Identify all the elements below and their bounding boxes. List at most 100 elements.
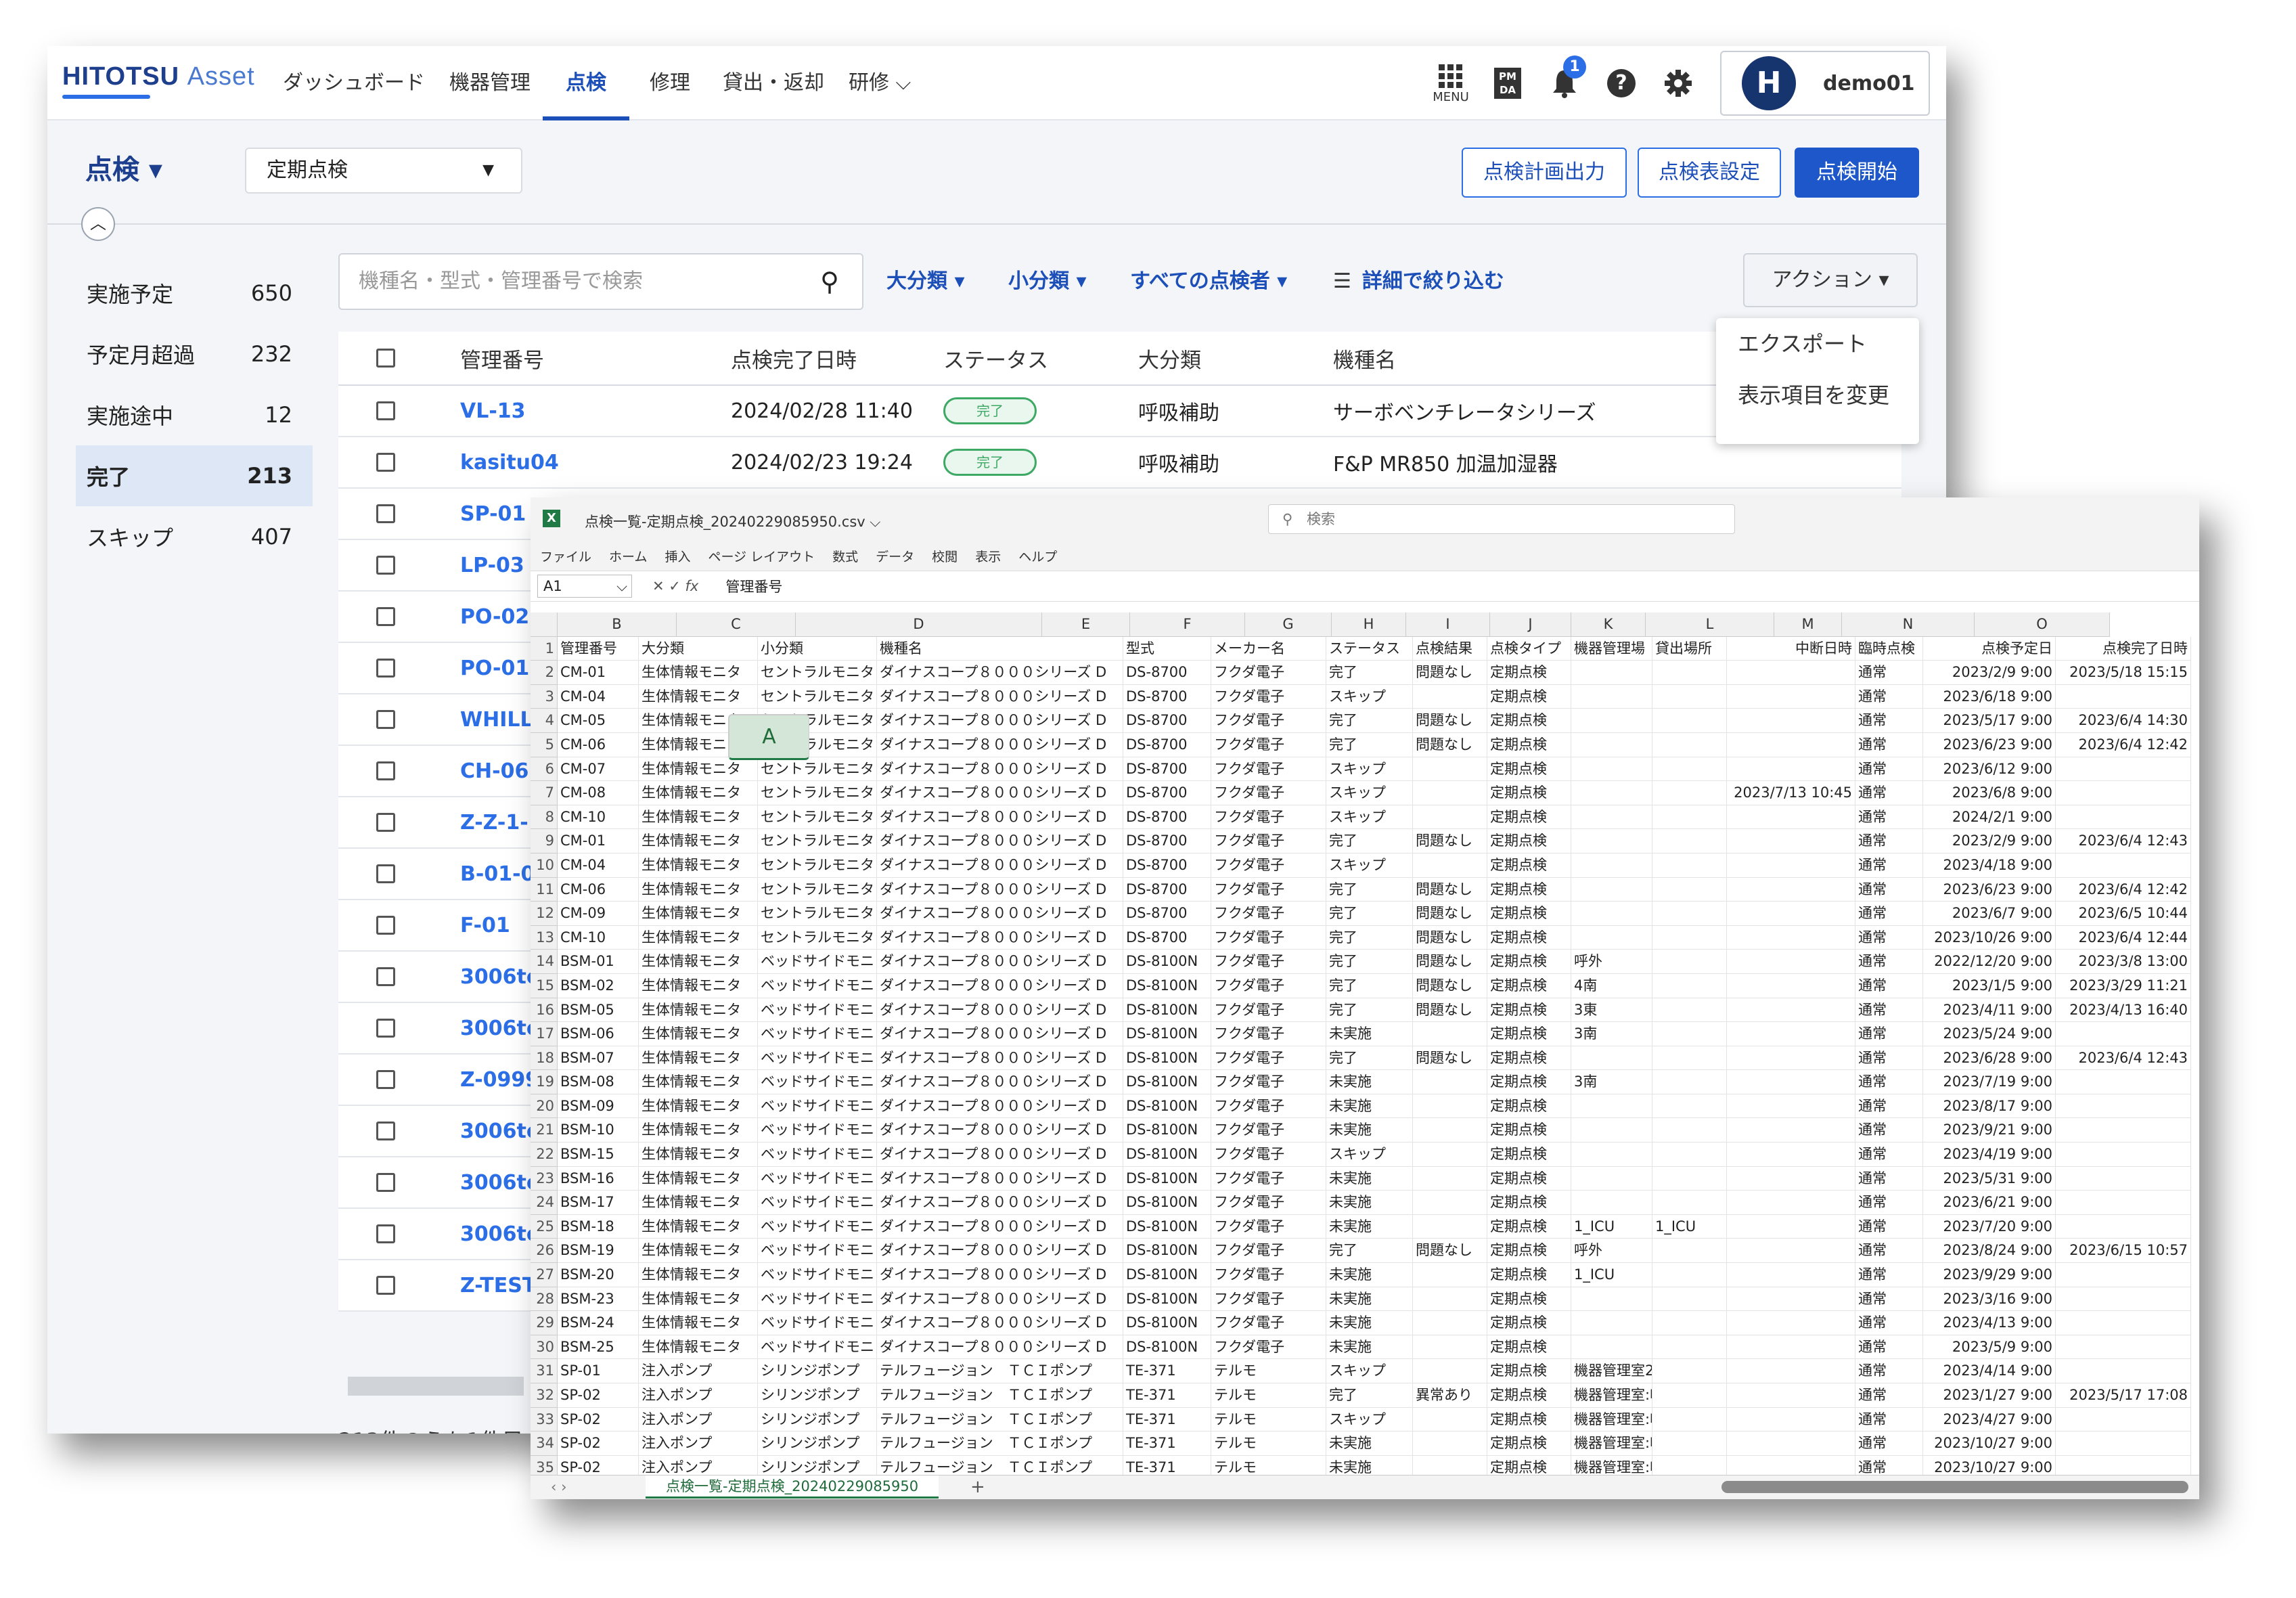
cell[interactable]: 問題なし: [1413, 877, 1487, 902]
cell[interactable]: [1652, 781, 1727, 805]
cell[interactable]: フクダ電子: [1211, 1287, 1326, 1312]
cell[interactable]: [1652, 1431, 1727, 1456]
nav-inspection[interactable]: 点検: [543, 46, 629, 120]
cell[interactable]: 定期点検: [1487, 1118, 1571, 1143]
cell[interactable]: 問題なし: [1413, 661, 1487, 685]
cell[interactable]: 注入ポンプ: [639, 1383, 758, 1408]
cell[interactable]: [1652, 757, 1727, 782]
sidebar-item-skipped[interactable]: スキップ 407: [76, 506, 313, 567]
search-input[interactable]: 機種名・型式・管理番号で検索 ⚲: [338, 253, 863, 310]
cell[interactable]: 定期点検: [1487, 1046, 1571, 1071]
cell[interactable]: TE-371: [1123, 1359, 1211, 1383]
cell[interactable]: 生体情報モニタ: [639, 1070, 758, 1094]
column-letter[interactable]: K: [1571, 613, 1646, 637]
cell[interactable]: 生体情報モニタ: [639, 757, 758, 782]
cell[interactable]: テルモ: [1211, 1383, 1326, 1408]
cell[interactable]: ベッドサイドモニ: [758, 1311, 877, 1335]
cell[interactable]: DS-8700: [1123, 709, 1211, 733]
cell[interactable]: [1652, 805, 1727, 830]
cell[interactable]: フクダ電子: [1211, 925, 1326, 950]
cell[interactable]: [1652, 661, 1727, 685]
cell[interactable]: テルフュージョン ＴＣＩポンプ: [877, 1407, 1123, 1432]
cell[interactable]: 未実施: [1326, 1070, 1413, 1094]
cell[interactable]: [1413, 757, 1487, 782]
cell[interactable]: [1413, 1359, 1487, 1383]
cell[interactable]: 点検完了日時: [2056, 636, 2191, 661]
cell[interactable]: 通常: [1855, 1311, 1923, 1335]
row-checkbox[interactable]: [376, 761, 395, 780]
col-header-date[interactable]: 点検完了日時: [731, 343, 943, 374]
cell[interactable]: BSM-17: [558, 1191, 639, 1215]
cell[interactable]: フクダ電子: [1211, 1094, 1326, 1119]
cell[interactable]: 2023/4/14 9:00: [1923, 1359, 2056, 1383]
cell[interactable]: 2023/6/4 12:43: [2056, 1046, 2191, 1071]
cell[interactable]: 通常: [1855, 998, 1923, 1023]
cell[interactable]: CM-10: [558, 805, 639, 830]
cell[interactable]: 通常: [1855, 757, 1923, 782]
cell[interactable]: DS-8700: [1123, 732, 1211, 757]
cell[interactable]: 通常: [1855, 1070, 1923, 1094]
column-letter[interactable]: B: [558, 613, 677, 637]
cell[interactable]: 通常: [1855, 1046, 1923, 1071]
cell[interactable]: [1571, 781, 1652, 805]
cell[interactable]: 未実施: [1326, 1166, 1413, 1191]
cell[interactable]: BSM-24: [558, 1311, 639, 1335]
row-number[interactable]: 15: [531, 973, 558, 998]
cell[interactable]: [2056, 1359, 2191, 1383]
cell[interactable]: セントラルモニタ: [758, 829, 877, 853]
cell[interactable]: 2023/5/17 9:00: [1923, 709, 2056, 733]
cell[interactable]: CM-06: [558, 877, 639, 902]
cell[interactable]: [1413, 1407, 1487, 1432]
cell[interactable]: [1571, 1118, 1652, 1143]
cell[interactable]: フクダ電子: [1211, 902, 1326, 926]
cell[interactable]: BSM-07: [558, 1046, 639, 1071]
cell[interactable]: ダイナスコープ８０００シリーズ D: [877, 684, 1123, 709]
cell[interactable]: フクダ電子: [1211, 1070, 1326, 1094]
cell[interactable]: 定期点検: [1487, 1070, 1571, 1094]
cell[interactable]: 通常: [1855, 1383, 1923, 1408]
row-number[interactable]: 14: [531, 950, 558, 974]
cell[interactable]: セントラルモニタ: [758, 661, 877, 685]
row-id-link[interactable]: kasitu04: [460, 451, 731, 474]
row-checkbox[interactable]: [376, 916, 395, 935]
cell[interactable]: 2023/9/29 9:00: [1923, 1263, 2056, 1287]
cell[interactable]: 2023/5/18 15:15: [2056, 661, 2191, 685]
row-checkbox[interactable]: [376, 504, 395, 523]
cell[interactable]: 未実施: [1326, 1191, 1413, 1215]
cell[interactable]: フクダ電子: [1211, 1335, 1326, 1360]
cell[interactable]: 通常: [1855, 1214, 1923, 1239]
cell[interactable]: 2023/10/27 9:00: [1923, 1431, 2056, 1456]
cell[interactable]: BSM-15: [558, 1142, 639, 1167]
cell[interactable]: [1727, 732, 1855, 757]
cell[interactable]: DS-8100N: [1123, 1239, 1211, 1264]
cell[interactable]: DS-8100N: [1123, 1311, 1211, 1335]
row-checkbox[interactable]: [376, 607, 395, 626]
cell[interactable]: 定期点検: [1487, 709, 1571, 733]
row-number[interactable]: 17: [531, 1022, 558, 1046]
cell[interactable]: ダイナスコープ８０００シリーズ D: [877, 1142, 1123, 1167]
cell[interactable]: ダイナスコープ８０００シリーズ D: [877, 902, 1123, 926]
cell[interactable]: BSM-19: [558, 1239, 639, 1264]
cell[interactable]: 未実施: [1326, 1335, 1413, 1360]
cell[interactable]: 完了: [1326, 732, 1413, 757]
cell[interactable]: フクダ電子: [1211, 757, 1326, 782]
cell[interactable]: ベッドサイドモニ: [758, 1046, 877, 1071]
cell[interactable]: ベッドサイドモニ: [758, 973, 877, 998]
ribbon-tab-view[interactable]: 表示: [975, 547, 1001, 565]
cell[interactable]: [1727, 1263, 1855, 1287]
cell[interactable]: 通常: [1855, 661, 1923, 685]
cell[interactable]: ダイナスコープ８０００シリーズ D: [877, 973, 1123, 998]
cell[interactable]: [1727, 902, 1855, 926]
cell[interactable]: 2023/6/21 9:00: [1923, 1191, 2056, 1215]
cell[interactable]: BSM-20: [558, 1263, 639, 1287]
cell[interactable]: 生体情報モニタ: [639, 1118, 758, 1143]
cell[interactable]: [1652, 1070, 1727, 1094]
cell[interactable]: DS-8100N: [1123, 1166, 1211, 1191]
cell[interactable]: 問題なし: [1413, 1046, 1487, 1071]
cell[interactable]: ダイナスコープ８０００シリーズ D: [877, 805, 1123, 830]
row-checkbox[interactable]: [376, 1019, 395, 1038]
cell[interactable]: DS-8100N: [1123, 1022, 1211, 1046]
cell[interactable]: CM-06: [558, 732, 639, 757]
cell[interactable]: [1571, 757, 1652, 782]
cell[interactable]: フクダ電子: [1211, 732, 1326, 757]
